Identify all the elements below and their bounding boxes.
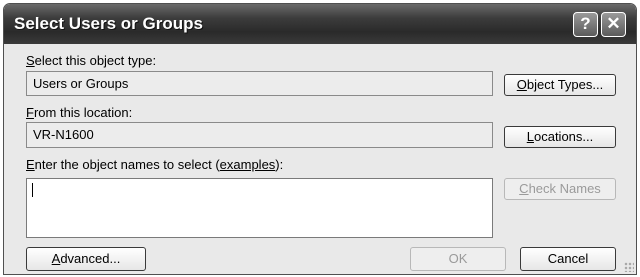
cancel-button[interactable]: Cancel xyxy=(520,247,616,271)
object-types-button[interactable]: Object Types... xyxy=(504,74,616,96)
location-field: VR-N1600 xyxy=(26,122,493,148)
advanced-button[interactable]: Advanced... xyxy=(26,247,146,271)
help-icon[interactable]: ? xyxy=(573,12,598,37)
object-type-label: Select this object type: xyxy=(26,53,157,68)
text-caret xyxy=(32,183,33,197)
object-names-label: Enter the object names to select (exampl… xyxy=(26,157,284,172)
resize-grip-icon[interactable] xyxy=(624,262,634,272)
dialog-window: Select Users or Groups ? ✕ Select this o… xyxy=(3,3,637,275)
examples-link[interactable]: examples xyxy=(220,157,276,172)
title-bar[interactable]: Select Users or Groups ? ✕ xyxy=(4,4,636,44)
locations-button[interactable]: Locations... xyxy=(504,126,616,148)
close-icon[interactable]: ✕ xyxy=(601,12,626,37)
location-label: From this location: xyxy=(26,105,133,120)
object-names-input[interactable] xyxy=(26,178,493,238)
dialog-title: Select Users or Groups xyxy=(14,14,203,33)
check-names-button[interactable]: Check Names xyxy=(504,178,616,200)
object-type-field: Users or Groups xyxy=(26,71,493,96)
ok-button[interactable]: OK xyxy=(410,247,506,271)
